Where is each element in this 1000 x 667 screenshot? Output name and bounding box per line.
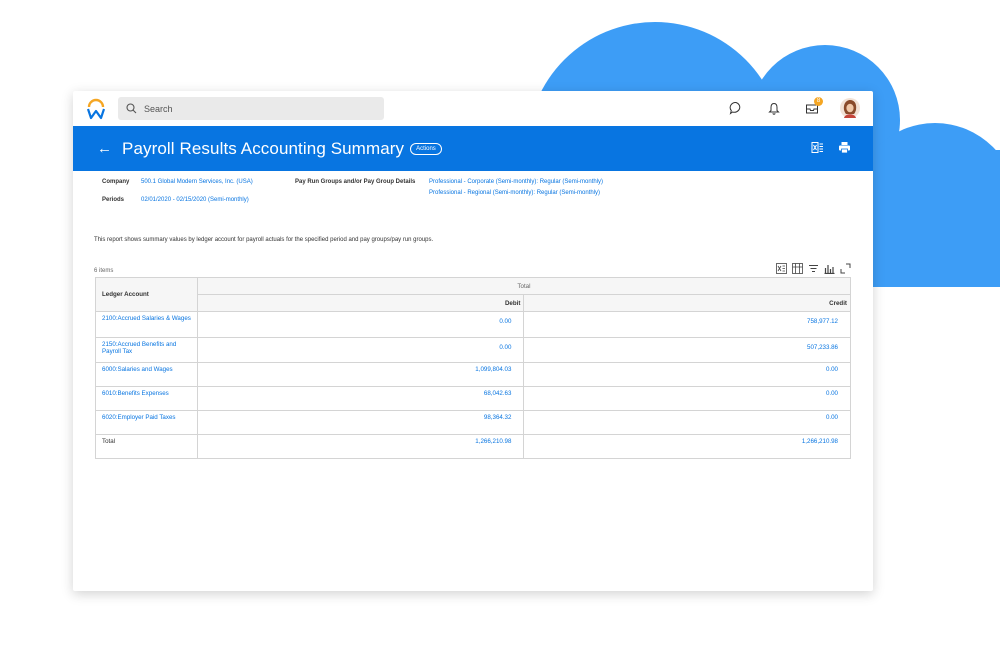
total-label: Total: [95, 434, 198, 459]
page-title: Payroll Results Accounting Summary: [122, 138, 405, 158]
chart-icon[interactable]: [824, 263, 835, 274]
chat-icon[interactable]: [725, 97, 747, 119]
pay-run-value-1[interactable]: Professional - Corporate (Semi-monthly):…: [429, 179, 603, 185]
title-bar: ← Payroll Results Accounting Summary Act…: [73, 126, 873, 171]
pay-run-label: Pay Run Groups and/or Pay Group Details: [295, 179, 416, 185]
column-icon[interactable]: [792, 263, 803, 274]
debit-header[interactable]: Debit: [196, 294, 525, 312]
company-value[interactable]: 500.1 Global Modern Services, Inc. (USA): [141, 179, 253, 185]
bell-icon[interactable]: [763, 97, 785, 119]
app-window: Search 8 ← Payroll Results Accounting Su…: [73, 91, 873, 591]
table-row: 2150:Accrued Benefits and Payroll Tax 0.…: [95, 337, 851, 363]
debit-value[interactable]: 0.00: [196, 311, 525, 338]
periods-label: Periods: [102, 197, 125, 203]
actions-button[interactable]: Actions: [410, 142, 442, 155]
ledger-account-link[interactable]: 6010:Benefits Expenses: [95, 386, 198, 411]
debit-value[interactable]: 68,042.63: [196, 386, 525, 411]
table-row: 6010:Benefits Expenses 68,042.63 0.00: [95, 386, 851, 411]
filter-icon[interactable]: [808, 263, 819, 274]
report-description: This report shows summary values by ledg…: [94, 237, 434, 243]
credit-header[interactable]: Credit: [523, 294, 851, 312]
excel-export-icon[interactable]: [776, 263, 787, 274]
total-row: Total 1,266,210.98 1,266,210.98: [95, 434, 851, 459]
table-toolbar: [776, 263, 851, 274]
company-label: Company: [102, 179, 130, 185]
excel-export-icon[interactable]: [811, 141, 824, 154]
workday-logo[interactable]: [85, 98, 107, 120]
credit-value[interactable]: 0.00: [523, 362, 851, 387]
ledger-account-link[interactable]: 6020:Employer Paid Taxes: [95, 410, 198, 435]
credit-value[interactable]: 0.00: [523, 410, 851, 435]
table-row: 2100:Accrued Salaries & Wages 0.00 758,9…: [95, 311, 851, 338]
ledger-account-link[interactable]: 6000:Salaries and Wages: [95, 362, 198, 387]
ledger-account-link[interactable]: 2150:Accrued Benefits and Payroll Tax: [95, 337, 198, 363]
credit-value[interactable]: 507,233.86: [523, 337, 851, 363]
debit-value[interactable]: 98,364.32: [196, 410, 525, 435]
credit-value[interactable]: 758,977.12: [523, 311, 851, 338]
total-debit-value[interactable]: 1,266,210.98: [196, 434, 525, 459]
total-group-header: Total: [196, 277, 852, 295]
user-avatar[interactable]: [839, 97, 861, 119]
search-placeholder: Search: [144, 103, 173, 114]
debit-value[interactable]: 1,099,804.03: [196, 362, 525, 387]
title-icons: [811, 141, 851, 154]
accounting-summary-table: Ledger Account Total Debit Credit 2100:A…: [95, 277, 852, 459]
search-icon: [126, 103, 137, 114]
ledger-account-link[interactable]: 2100:Accrued Salaries & Wages: [95, 311, 198, 338]
fullscreen-icon[interactable]: [840, 263, 851, 274]
print-icon[interactable]: [838, 141, 851, 154]
top-bar: Search 8: [73, 91, 873, 126]
total-credit-value[interactable]: 1,266,210.98: [523, 434, 851, 459]
table-row: 6000:Salaries and Wages 1,099,804.03 0.0…: [95, 362, 851, 387]
items-count: 6 items: [94, 268, 114, 274]
ledger-account-header[interactable]: Ledger Account: [95, 277, 198, 312]
table-row: 6020:Employer Paid Taxes 98,364.32 0.00: [95, 410, 851, 435]
debit-value[interactable]: 0.00: [196, 337, 525, 363]
back-arrow-icon[interactable]: ←: [97, 140, 112, 157]
stage: Search 8 ← Payroll Results Accounting Su…: [0, 0, 1000, 667]
pay-run-value-2[interactable]: Professional - Regional (Semi-monthly): …: [429, 190, 600, 196]
search-input[interactable]: Search: [118, 97, 384, 120]
top-icons: 8: [725, 97, 861, 119]
inbox-icon[interactable]: 8: [801, 97, 823, 119]
credit-value[interactable]: 0.00: [523, 386, 851, 411]
inbox-badge: 8: [814, 97, 823, 106]
periods-value[interactable]: 02/01/2020 - 02/15/2020 (Semi-monthly): [141, 197, 249, 203]
